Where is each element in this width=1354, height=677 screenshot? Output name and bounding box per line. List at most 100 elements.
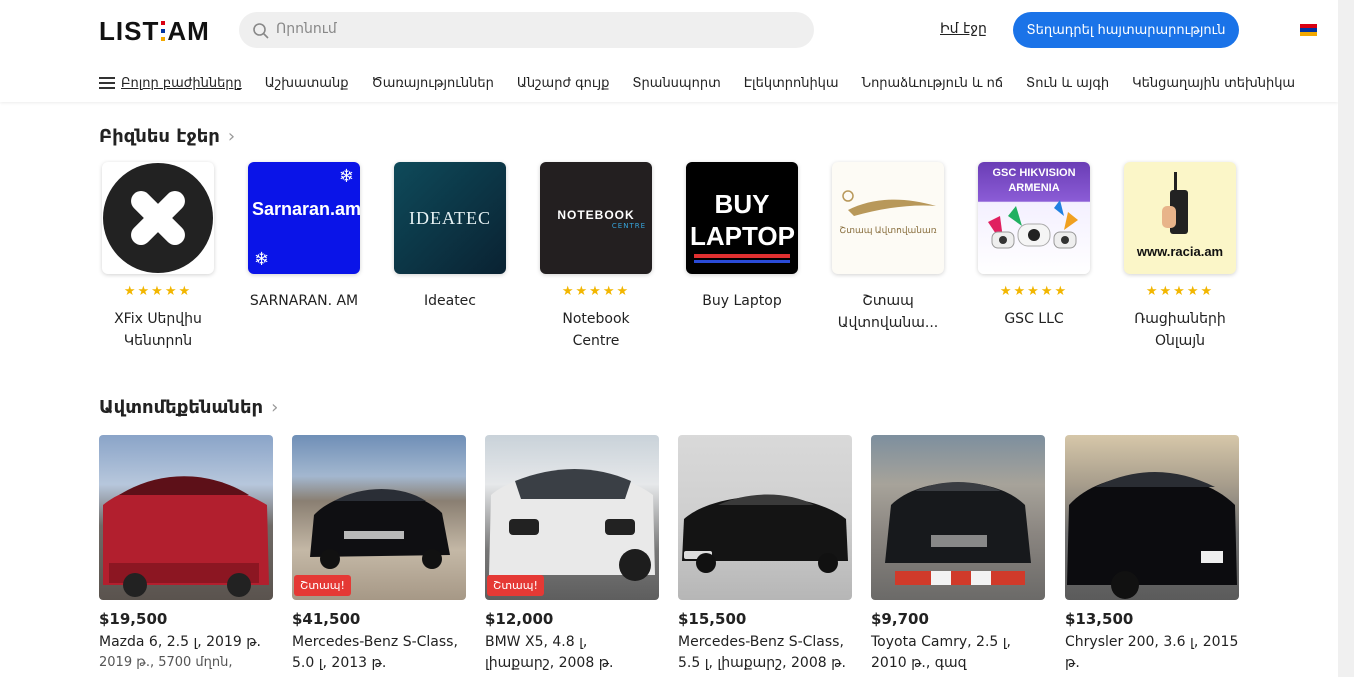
nav-item-jobs[interactable]: Աշխատանք bbox=[265, 76, 349, 91]
business-section-title[interactable]: Բիզնես էջեր › bbox=[99, 126, 235, 147]
car-image bbox=[1067, 472, 1237, 599]
business-logo: IDEATEC bbox=[394, 162, 506, 274]
chevron-right-icon: › bbox=[227, 126, 236, 147]
business-name: Notebook Centre bbox=[562, 311, 630, 349]
racia-logo-text: www.racia.am bbox=[1136, 244, 1224, 259]
tow-truck-logo-icon bbox=[842, 190, 936, 216]
search-icon bbox=[253, 23, 269, 39]
business-card[interactable]: BUY LAPTOP Buy Laptop bbox=[686, 162, 798, 312]
car-title: Toyota Camry, 2.5 լ, 2010 թ., գազ bbox=[871, 634, 1012, 671]
business-title-text: Բիզնես էջեր bbox=[99, 126, 220, 147]
nav-item-fashion[interactable]: Նորաձևություն և ոճ bbox=[862, 76, 1003, 91]
business-name: Շտապ Ավտովանա... bbox=[837, 293, 939, 331]
business-card[interactable]: IDEATEC Ideatec bbox=[394, 162, 506, 312]
business-name: GSC LLC bbox=[1004, 311, 1064, 327]
urgent-badge: Շտապ! bbox=[294, 575, 351, 596]
post-ad-button[interactable]: Տեղադրել հայտարարություն bbox=[1013, 12, 1239, 48]
car-photo: Շտապ! bbox=[485, 435, 659, 600]
business-name: XFix Սերվիս Կենտրոն bbox=[114, 311, 202, 349]
rating-stars: ★★★★★ bbox=[561, 284, 631, 299]
car-image bbox=[682, 494, 848, 573]
business-logo: BUY LAPTOP bbox=[686, 162, 798, 274]
car-image bbox=[103, 476, 269, 597]
search-placeholder: Որոնում bbox=[276, 21, 337, 37]
logo-stripe bbox=[694, 254, 790, 258]
logo-text-left: LIST bbox=[99, 15, 160, 46]
car-listing[interactable]: Շտապ! $12,000 BMW X5, 4.8 լ, լիաքարշ, 20… bbox=[485, 435, 659, 674]
business-card[interactable]: www.racia.am ★★★★★ Ռացիաների Օնլայն bbox=[1124, 162, 1236, 352]
car-title: Mercedes-Benz S-Class, 5.5 լ, լիաքարշ, 2… bbox=[678, 634, 846, 671]
category-nav: Բոլոր բաժինները Աշխատանք Ծառայություններ… bbox=[99, 74, 1318, 92]
rating-stars: ★★★★★ bbox=[999, 284, 1069, 299]
ideatec-logo-text: IDEATEC bbox=[409, 208, 491, 228]
car-meta: 2019 թ., 5700 մղոն, bbox=[99, 655, 233, 670]
nav-item-appliances[interactable]: Կենցաղային տեխնիկա bbox=[1132, 76, 1295, 91]
nav-item-services[interactable]: Ծառայություններ bbox=[371, 76, 493, 91]
buy-laptop-logo-text: BUY LAPTOP bbox=[690, 189, 795, 251]
car-listing[interactable]: $13,500 Chrysler 200, 3.6 լ, 2015 թ. bbox=[1065, 435, 1239, 674]
car-photo: Շտապ! bbox=[292, 435, 466, 600]
car-photo bbox=[1065, 435, 1239, 600]
business-name: Ռացիաների Օնլայն bbox=[1134, 311, 1226, 349]
car-listing[interactable]: $15,500 Mercedes-Benz S-Class, 5.5 լ, լի… bbox=[678, 435, 852, 674]
business-card[interactable]: ★★★★★ XFix Սերվիս Կենտրոն bbox=[102, 162, 214, 352]
car-photo bbox=[871, 435, 1045, 600]
car-title: Chrysler 200, 3.6 լ, 2015 թ. bbox=[1065, 634, 1239, 671]
logo-stripe bbox=[694, 260, 790, 263]
business-card[interactable]: GSC HIKVISION ARMENIA ★★★★★ GSC LLC bbox=[978, 162, 1090, 330]
car-price: $15,500 bbox=[678, 610, 747, 628]
nav-all-sections[interactable]: Բոլոր բաժինները bbox=[121, 76, 242, 91]
business-logo: Sarnaran.am ❄ ❄ bbox=[248, 162, 360, 274]
language-flag-icon[interactable] bbox=[1300, 24, 1317, 36]
car-listing[interactable]: $19,500 Mazda 6, 2.5 լ, 2019 թ. 2019 թ.,… bbox=[99, 435, 273, 670]
business-logo: GSC HIKVISION ARMENIA bbox=[978, 162, 1090, 274]
car-title: Mercedes-Benz S-Class, 5.0 լ, 2013 թ. bbox=[292, 634, 458, 671]
my-page-link[interactable]: Իմ էջը bbox=[940, 21, 987, 37]
business-card[interactable]: NOTEBOOK CENTRE ★★★★★ Notebook Centre bbox=[540, 162, 652, 352]
logo-dots bbox=[161, 19, 166, 43]
nav-item-transport[interactable]: Տրանսպորտ bbox=[632, 76, 720, 91]
business-card[interactable]: Շտապ Ավտովանառ Շտապ Ավտովանա... bbox=[832, 162, 944, 334]
nav-item-real-estate[interactable]: Անշարժ գույք bbox=[517, 76, 610, 91]
car-photo bbox=[678, 435, 852, 600]
business-name: SARNARAN. AM bbox=[249, 293, 359, 309]
car-price: $19,500 bbox=[99, 610, 168, 628]
car-price: $12,000 bbox=[485, 610, 554, 628]
tow-logo-text: Շտապ Ավտովանառ bbox=[839, 225, 937, 235]
logo-text-right: AM bbox=[167, 15, 210, 46]
xfix-logo-icon bbox=[103, 163, 213, 273]
snowflake-icon: ❄ bbox=[254, 249, 270, 270]
page: LIST AM Որոնում Իմ էջը Տեղադրել հայտարար… bbox=[0, 0, 1338, 677]
rating-stars: ★★★★★ bbox=[123, 284, 193, 299]
car-photo bbox=[99, 435, 273, 600]
notebook-logo-sub: CENTRE bbox=[611, 222, 646, 230]
chevron-right-icon: › bbox=[271, 397, 279, 418]
notebook-logo-text: NOTEBOOK bbox=[557, 208, 635, 222]
cars-section-title[interactable]: Ավտոմեքենաներ › bbox=[99, 397, 278, 418]
nav-item-electronics[interactable]: Էլեկտրոնիկա bbox=[744, 76, 839, 91]
camera-icon bbox=[988, 200, 1078, 249]
car-price: $13,500 bbox=[1065, 610, 1134, 628]
car-title: Mazda 6, 2.5 լ, 2019 թ. bbox=[99, 634, 262, 650]
car-price: $9,700 bbox=[871, 610, 929, 628]
nav-item-home-garden[interactable]: Տուն և այգի bbox=[1026, 76, 1109, 91]
search-input[interactable]: Որոնում bbox=[239, 12, 814, 48]
page-scrollbar[interactable] bbox=[1338, 0, 1354, 677]
header: LIST AM Որոնում Իմ էջը Տեղադրել հայտարար… bbox=[0, 0, 1338, 102]
car-title: BMW X5, 4.8 լ, լիաքարշ, 2008 թ. bbox=[485, 634, 614, 671]
urgent-badge: Շտապ! bbox=[487, 575, 544, 596]
business-card[interactable]: Sarnaran.am ❄ ❄ SARNARAN. AM bbox=[248, 162, 360, 312]
sarnaran-logo-text: Sarnaran.am bbox=[252, 199, 360, 219]
snowflake-icon: ❄ bbox=[338, 166, 354, 187]
business-logo: NOTEBOOK CENTRE bbox=[540, 162, 652, 274]
business-name: Buy Laptop bbox=[702, 293, 782, 309]
menu-icon[interactable] bbox=[99, 77, 115, 89]
business-logo bbox=[102, 162, 214, 274]
site-logo[interactable]: LIST AM bbox=[99, 16, 210, 46]
car-price: $41,500 bbox=[292, 610, 361, 628]
car-image bbox=[885, 482, 1031, 585]
cars-title-text: Ավտոմեքենաներ bbox=[99, 397, 264, 418]
business-name: Ideatec bbox=[423, 293, 476, 309]
car-listing[interactable]: $9,700 Toyota Camry, 2.5 լ, 2010 թ., գազ bbox=[871, 435, 1045, 674]
car-listing[interactable]: Շտապ! $41,500 Mercedes-Benz S-Class, 5.0… bbox=[292, 435, 466, 674]
